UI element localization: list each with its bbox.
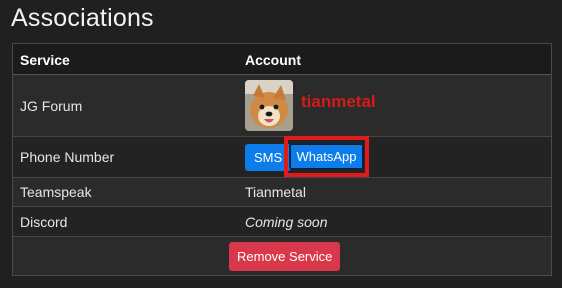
- associations-page: Associations Service Account JG Forum ti…: [0, 0, 562, 288]
- associations-table: Service Account JG Forum tianmetal Phone…: [12, 43, 552, 276]
- dog-avatar-icon: [245, 80, 293, 131]
- table-row: Teamspeak Tianmetal: [13, 178, 551, 207]
- table-row: Discord Coming soon: [13, 207, 551, 237]
- table-row: JG Forum tianmetal: [13, 75, 551, 137]
- service-name: JG Forum: [20, 98, 83, 114]
- header-account: Account: [245, 52, 301, 68]
- service-name: Discord: [20, 214, 68, 230]
- table-actions-row: Remove Service: [13, 237, 551, 275]
- forum-username[interactable]: tianmetal: [301, 92, 376, 112]
- header-service: Service: [20, 52, 70, 68]
- service-name: Phone Number: [20, 149, 115, 165]
- whatsapp-button[interactable]: WhatsApp: [289, 143, 364, 170]
- account-value: Tianmetal: [245, 184, 306, 200]
- table-header-row: Service Account: [13, 44, 551, 75]
- page-title: Associations: [11, 4, 154, 32]
- service-name: Teamspeak: [20, 184, 92, 200]
- remove-service-button[interactable]: Remove Service: [229, 242, 341, 271]
- table-row: Phone Number SMS WhatsApp: [13, 136, 551, 178]
- account-value: Coming soon: [245, 214, 328, 230]
- avatar: [245, 80, 293, 131]
